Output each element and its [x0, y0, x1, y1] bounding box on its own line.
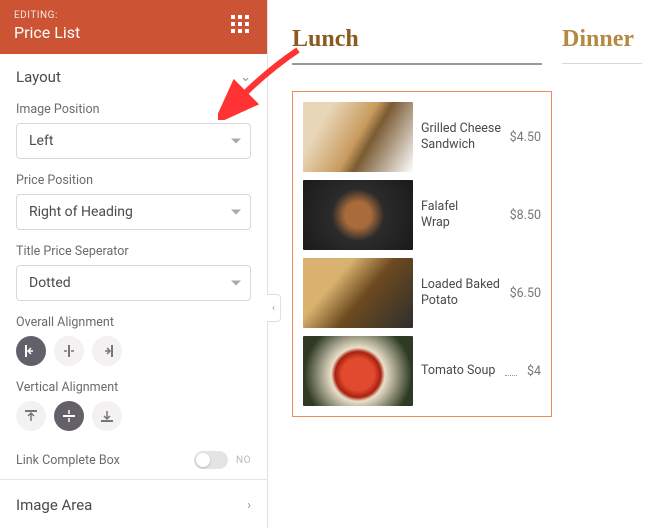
chevron-down-icon: ⌄ — [240, 70, 251, 85]
panel-header: EDITING: Price List — [0, 0, 267, 54]
section-label: Image Area — [16, 496, 92, 514]
label-overall-alignment: Overall Alignment — [16, 315, 251, 330]
item-price: $6.50 — [510, 286, 541, 301]
item-thumb — [303, 336, 413, 406]
section-image-area[interactable]: Image Area › — [0, 479, 267, 530]
label-separator: Title Price Seperator — [16, 244, 251, 259]
label-image-position: Image Position — [16, 102, 251, 117]
item-name: Grilled Cheese Sandwich — [421, 121, 501, 152]
valign-middle-button[interactable] — [54, 401, 84, 431]
item-thumb — [303, 102, 413, 172]
toggle-state: NO — [236, 455, 251, 466]
select-value: Dotted — [16, 265, 251, 301]
panel-title: Price List — [14, 23, 80, 42]
preview-canvas: Lunch Dinner Grilled Cheese Sandwich $4.… — [268, 0, 662, 528]
list-item: Falafel Wrap $8.50 — [303, 180, 541, 250]
align-center-button[interactable] — [54, 336, 84, 366]
settings-panel: EDITING: Price List Layout ⌄ Image Posit… — [0, 0, 268, 528]
align-right-button[interactable] — [92, 336, 122, 366]
toggle-link-box[interactable] — [194, 451, 228, 469]
section-layout[interactable]: Layout ⌄ — [0, 54, 267, 98]
label-price-position: Price Position — [16, 173, 251, 188]
tab-dinner[interactable]: Dinner — [562, 26, 642, 63]
list-item: Loaded Baked Potato $6.50 — [303, 258, 541, 328]
drag-handle-icon[interactable] — [231, 15, 253, 37]
item-thumb — [303, 258, 413, 328]
panel-kicker: EDITING: — [14, 10, 80, 21]
vertical-alignment-group — [16, 401, 251, 431]
chevron-right-icon: › — [247, 498, 251, 513]
separator-dots — [505, 367, 517, 376]
item-price: $4 — [527, 364, 541, 379]
item-name: Loaded Baked Potato — [421, 277, 501, 308]
item-price: $4.50 — [510, 130, 541, 145]
item-thumb — [303, 180, 413, 250]
item-name: Tomato Soup — [421, 363, 495, 379]
select-value: Left — [16, 123, 251, 159]
select-separator[interactable]: Dotted — [16, 265, 251, 301]
item-name: Falafel Wrap — [421, 199, 490, 230]
label-link-box: Link Complete Box — [16, 453, 120, 468]
overall-alignment-group — [16, 336, 251, 366]
list-item: Grilled Cheese Sandwich $4.50 — [303, 102, 541, 172]
valign-top-button[interactable] — [16, 401, 46, 431]
align-left-button[interactable] — [16, 336, 46, 366]
label-vertical-alignment: Vertical Alignment — [16, 380, 251, 395]
section-label: Layout — [16, 68, 61, 86]
item-price: $8.50 — [510, 208, 541, 223]
list-item: Tomato Soup $4 — [303, 336, 541, 406]
tab-lunch[interactable]: Lunch — [292, 26, 542, 63]
price-list-widget[interactable]: Grilled Cheese Sandwich $4.50 Falafel Wr… — [292, 91, 552, 417]
valign-bottom-button[interactable] — [92, 401, 122, 431]
select-value: Right of Heading — [16, 194, 251, 230]
select-price-position[interactable]: Right of Heading — [16, 194, 251, 230]
select-image-position[interactable]: Left — [16, 123, 251, 159]
